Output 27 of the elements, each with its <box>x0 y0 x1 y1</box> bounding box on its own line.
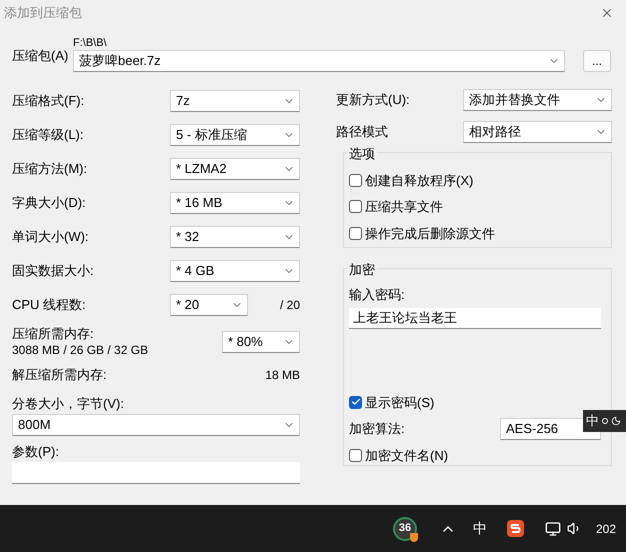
field-label: 输入密码: <box>349 286 406 304</box>
checkbox-label: 显示密码(S) <box>365 394 434 412</box>
field-label: 参数(P): <box>12 443 60 461</box>
field-label: 压缩格式(F): <box>12 92 84 110</box>
checkbox-label: 加密文件名(N) <box>365 447 448 465</box>
field-label: 分卷大小，字节(V): <box>12 395 125 413</box>
field-label: 字典大小(D): <box>12 194 86 212</box>
checkbox-label: 操作完成后删除源文件 <box>365 224 495 242</box>
field-label: 固实数据大小: <box>12 262 94 280</box>
field-label: CPU 线程数: <box>12 296 87 314</box>
field-label: 压缩所需内存: <box>12 326 95 342</box>
memory-detail: 3088 MB / 26 GB / 32 GB <box>12 342 148 358</box>
thread-total: / 20 <box>280 297 300 314</box>
field-label: 单词大小(W): <box>12 228 89 246</box>
clock-text: 202 <box>596 520 616 538</box>
checkbox-label: 压缩共享文件 <box>365 198 443 216</box>
field-label: 压缩方法(M): <box>12 160 88 178</box>
checkbox-label: 创建自释放程序(X) <box>365 172 474 190</box>
field-label: 加密算法: <box>349 420 405 438</box>
field-label: 压缩等级(L): <box>12 126 84 144</box>
memory-value: 18 MB <box>265 367 300 384</box>
path-text: F:\B\B\ <box>73 36 108 50</box>
field-label: 解压缩所需内存: <box>12 366 107 384</box>
field-label: 压缩包(A) <box>12 47 70 65</box>
field-label: 路径模式 <box>336 123 388 142</box>
field-label: 更新方式(U): <box>336 91 410 110</box>
window-title: 添加到压缩包 <box>4 4 82 22</box>
